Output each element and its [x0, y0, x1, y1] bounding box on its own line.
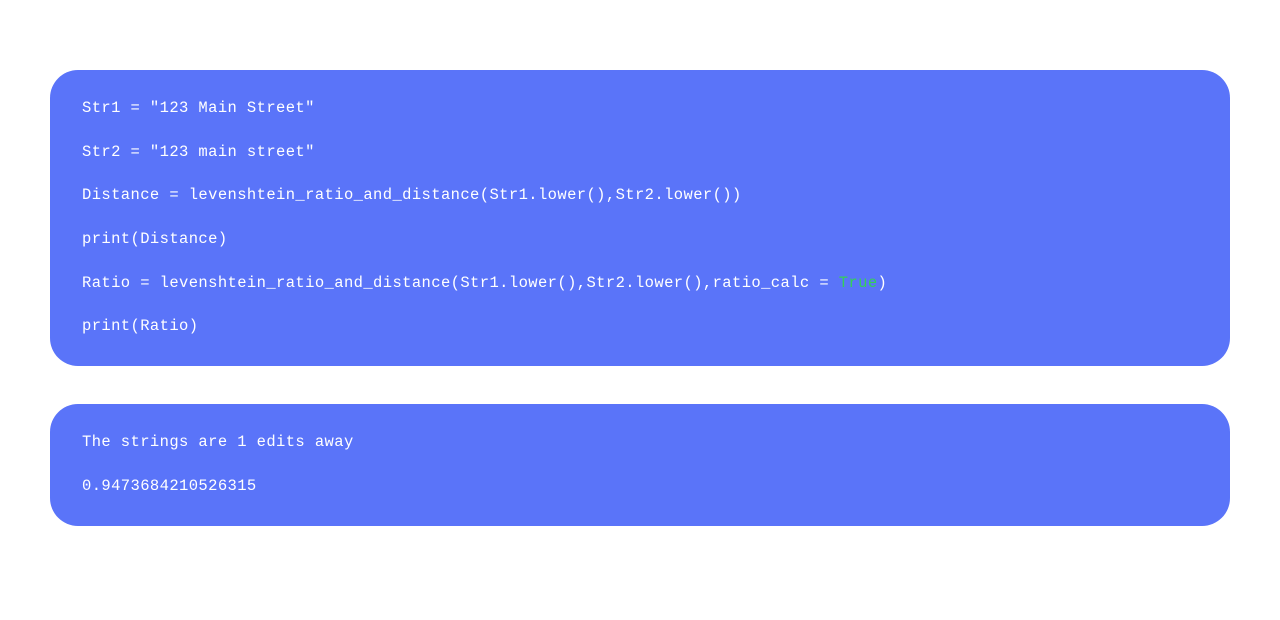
keyword-true: True: [839, 274, 878, 292]
code-line: Str1 = "123 Main Street": [82, 98, 1198, 120]
code-block-source: Str1 = "123 Main Street" Str2 = "123 mai…: [50, 70, 1230, 366]
code-line: print(Distance): [82, 229, 1198, 251]
code-line: Str2 = "123 main street": [82, 142, 1198, 164]
code-line: Distance = levenshtein_ratio_and_distanc…: [82, 185, 1198, 207]
code-block-output: The strings are 1 edits away 0.947368421…: [50, 404, 1230, 525]
code-text: Ratio = levenshtein_ratio_and_distance(S…: [82, 274, 839, 292]
output-line: 0.9473684210526315: [82, 476, 1198, 498]
code-line: print(Ratio): [82, 316, 1198, 338]
output-line: The strings are 1 edits away: [82, 432, 1198, 454]
code-line: Ratio = levenshtein_ratio_and_distance(S…: [82, 273, 1198, 295]
code-text: ): [878, 274, 888, 292]
